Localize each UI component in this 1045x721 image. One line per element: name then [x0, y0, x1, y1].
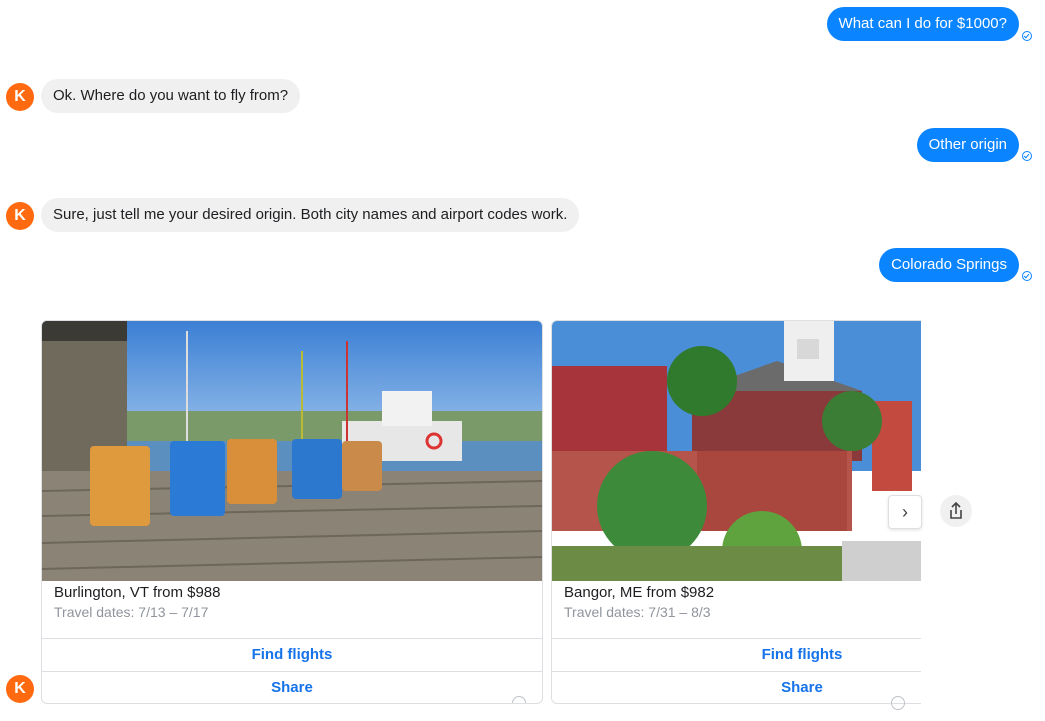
- carousel: Burlington, VT from $988 Travel dates: 7…: [41, 0, 921, 721]
- find-flights-button[interactable]: Find flights: [552, 638, 921, 671]
- find-flights-button[interactable]: Find flights: [42, 638, 542, 671]
- card-title: Bangor, ME from $982: [564, 584, 715, 601]
- bot-avatar: K: [6, 675, 34, 703]
- burlington-photo[interactable]: [42, 321, 542, 581]
- share-button[interactable]: Share: [552, 671, 921, 703]
- destination-card: Bangor, ME from $982 Travel dates: 7/31 …: [551, 320, 921, 704]
- sent-check-icon: [1022, 31, 1032, 41]
- sent-check-icon: [1022, 271, 1032, 281]
- bangor-photo[interactable]: [552, 321, 921, 581]
- share-icon[interactable]: [940, 495, 972, 527]
- message-bubble-user: Other origin: [916, 128, 1019, 162]
- destination-card: Burlington, VT from $988 Travel dates: 7…: [41, 320, 543, 704]
- bot-avatar: K: [6, 202, 34, 230]
- card-travel-dates: Travel dates: 7/31 – 8/3: [564, 604, 711, 620]
- card-travel-dates: Travel dates: 7/13 – 7/17: [54, 604, 209, 620]
- bot-avatar: K: [6, 83, 34, 111]
- reaction-icon[interactable]: [512, 696, 526, 703]
- chevron-right-icon: ›: [902, 502, 908, 522]
- reaction-icon[interactable]: [891, 696, 905, 710]
- card-title: Burlington, VT from $988: [54, 584, 221, 601]
- sent-check-icon: [1022, 151, 1032, 161]
- share-button[interactable]: Share: [42, 671, 542, 703]
- carousel-next-button[interactable]: ›: [888, 495, 922, 529]
